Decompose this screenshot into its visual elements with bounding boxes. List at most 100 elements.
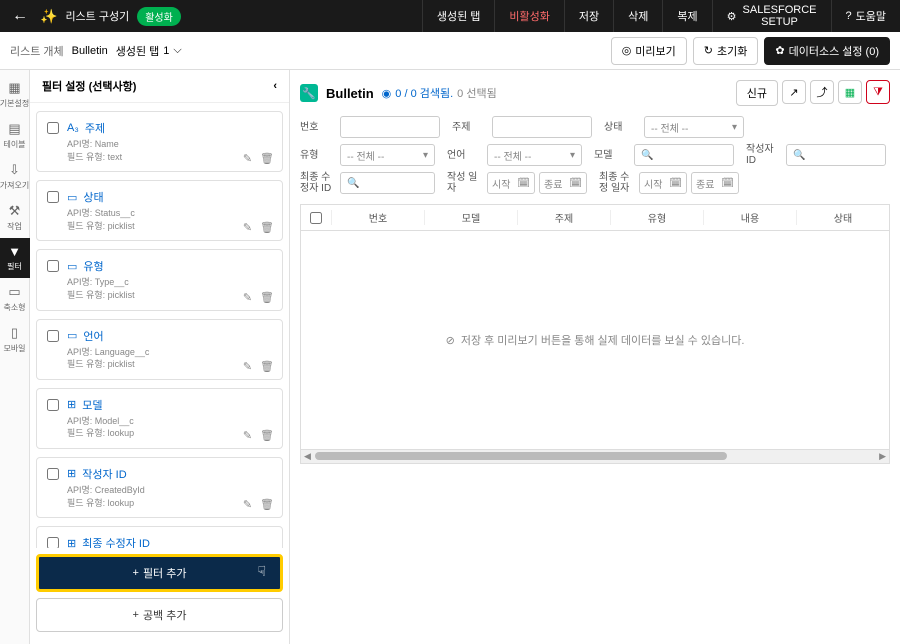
col-number[interactable]: 번호 <box>331 210 424 225</box>
top-tab-setup[interactable]: ⚙ SALESFORCESETUP <box>712 0 831 32</box>
chevron-left-icon[interactable]: ‹ <box>273 80 277 92</box>
created-end-date[interactable]: 종료🗓 <box>539 172 587 194</box>
delete-icon[interactable]: 🗑 <box>260 498 274 511</box>
chevron-down-icon: ▾ <box>570 150 575 161</box>
filter-clear-icon: ⧩ <box>873 86 883 99</box>
filter-checkbox[interactable] <box>47 191 59 203</box>
tab-selector[interactable]: 생성된 탭 1 ⌵ <box>116 43 182 59</box>
number-input[interactable] <box>340 116 440 138</box>
rail-table[interactable]: ▤테이블 <box>0 115 30 156</box>
scroll-thumb[interactable] <box>315 452 727 460</box>
empty-message: 저장 후 미리보기 버튼을 통해 실제 데이터를 보실 수 있습니다. <box>461 332 745 348</box>
filter-meta: API명: Model__c필드 유형: lookup <box>67 415 272 440</box>
col-type[interactable]: 유형 <box>610 210 703 225</box>
field-type-icon: ⊞ <box>67 537 76 548</box>
type-select[interactable]: -- 전체 --▾ <box>340 144 435 166</box>
delete-icon[interactable]: 🗑 <box>260 221 274 234</box>
modifier-lookup[interactable]: 🔍 <box>340 172 435 194</box>
filter-card[interactable]: ⊞최종 수정자 IDAPI명: LastModifiedById필드 유형: l… <box>36 526 283 548</box>
content-area: 🔧 Bulletin ◉ 0 / 0 검색됨. 0 선택됨 신규 ↗ ⤴ ▦ ⧩… <box>290 70 900 644</box>
datasource-button[interactable]: ✿데이터소스 설정 (0) <box>764 37 890 65</box>
rail-filter[interactable]: ▼필터 <box>0 238 30 278</box>
edit-icon[interactable]: ✎ <box>243 152 252 165</box>
filter-card[interactable]: ▭상태API명: Status__c필드 유형: picklist✎🗑 <box>36 180 283 241</box>
col-status[interactable]: 상태 <box>796 210 889 225</box>
gear-icon: ✿ <box>775 44 784 57</box>
grid-icon: ▦ <box>8 80 20 96</box>
edit-icon[interactable]: ✎ <box>243 429 252 442</box>
grid-body: ⊘ 저장 후 미리보기 버튼을 통해 실제 데이터를 보실 수 있습니다. <box>300 230 890 450</box>
filter-checkbox[interactable] <box>47 399 59 411</box>
top-tab-clone[interactable]: 복제 <box>662 0 711 32</box>
modified-start-date[interactable]: 시작🗓 <box>639 172 687 194</box>
field-type-icon: A₃ <box>67 122 79 134</box>
chevron-down-icon: ⌵ <box>173 44 181 57</box>
plus-icon: + <box>133 567 139 579</box>
filter-checkbox[interactable] <box>47 537 59 548</box>
chevron-down-icon: ▾ <box>732 122 737 133</box>
subject-input[interactable] <box>492 116 592 138</box>
col-model[interactable]: 모델 <box>424 210 517 225</box>
rail-action[interactable]: ⚒작업 <box>0 197 30 238</box>
scroll-left-arrow[interactable]: ◀ <box>301 450 314 463</box>
field-label-number: 번호 <box>300 122 334 133</box>
filter-card[interactable]: ▭언어API명: Language__c필드 유형: picklist✎🗑 <box>36 319 283 380</box>
select-all-checkbox[interactable] <box>310 212 322 224</box>
add-blank-button[interactable]: + 공백 추가 <box>36 598 283 632</box>
delete-icon[interactable]: 🗑 <box>260 360 274 373</box>
model-lookup[interactable]: 🔍 <box>634 144 734 166</box>
upload-button[interactable]: ⤴ <box>810 80 834 104</box>
excel-button[interactable]: ▦ <box>838 80 862 104</box>
export-icon: ↗ <box>789 86 798 99</box>
wrench-icon: 🔧 <box>300 84 318 102</box>
edit-icon[interactable]: ✎ <box>243 291 252 304</box>
filter-card[interactable]: A₃주제API명: Name필드 유형: text✎🗑 <box>36 111 283 172</box>
edit-icon[interactable]: ✎ <box>243 360 252 373</box>
top-tab-save[interactable]: 저장 <box>564 0 613 32</box>
rail-basic[interactable]: ▦기본설정 <box>0 74 30 115</box>
add-filter-button[interactable]: + 필터 추가 ☟ <box>36 554 283 592</box>
back-arrow-icon[interactable]: ← <box>8 7 32 25</box>
col-subject[interactable]: 주제 <box>517 210 610 225</box>
rail-import[interactable]: ⇩가져오기 <box>0 156 30 197</box>
status-select[interactable]: -- 전체 --▾ <box>644 116 744 138</box>
content-title: Bulletin <box>326 86 374 101</box>
delete-icon[interactable]: 🗑 <box>260 429 274 442</box>
field-label-created-date: 작성 일자 <box>447 172 481 194</box>
edit-icon[interactable]: ✎ <box>243 221 252 234</box>
import-icon: ⇩ <box>9 162 20 178</box>
reset-button[interactable]: ↻초기화 <box>693 37 759 65</box>
rail-mobile[interactable]: ▯모바일 <box>0 319 30 360</box>
filter-card[interactable]: ⊞모델API명: Model__c필드 유형: lookup✎🗑 <box>36 388 283 449</box>
filter-checkbox[interactable] <box>47 468 59 480</box>
filter-label: 언어 <box>83 328 103 344</box>
filter-label: 상태 <box>83 189 103 205</box>
language-select[interactable]: -- 전체 --▾ <box>487 144 582 166</box>
top-tab-delete[interactable]: 삭제 <box>613 0 662 32</box>
filter-card[interactable]: ▭유형API명: Type__c필드 유형: picklist✎🗑 <box>36 249 283 310</box>
col-content[interactable]: 내용 <box>703 210 796 225</box>
search-form: 번호 주제 상태-- 전체 --▾ 유형-- 전체 --▾ 언어-- 전체 --… <box>300 116 890 194</box>
clear-filter-button[interactable]: ⧩ <box>866 80 890 104</box>
edit-icon[interactable]: ✎ <box>243 498 252 511</box>
filter-card[interactable]: ⊞작성자 IDAPI명: CreatedById필드 유형: lookup✎🗑 <box>36 457 283 518</box>
export-button[interactable]: ↗ <box>782 80 806 104</box>
filter-checkbox[interactable] <box>47 330 59 342</box>
top-tab-deactivate[interactable]: 비활성화 <box>494 0 563 32</box>
top-tab-help[interactable]: ? 도움말 <box>831 0 900 32</box>
scroll-right-arrow[interactable]: ▶ <box>876 450 889 463</box>
delete-icon[interactable]: 🗑 <box>260 291 274 304</box>
filter-checkbox[interactable] <box>47 122 59 134</box>
created-start-date[interactable]: 시작🗓 <box>487 172 535 194</box>
rail-shrink[interactable]: ▭축소형 <box>0 278 30 319</box>
top-tab-generated[interactable]: 생성된 탭 <box>422 0 495 32</box>
preview-button[interactable]: ◎미리보기 <box>611 37 687 65</box>
delete-icon[interactable]: 🗑 <box>260 152 274 165</box>
grid-header: 번호 모델 주제 유형 내용 상태 <box>300 204 890 230</box>
creator-lookup[interactable]: 🔍 <box>786 144 886 166</box>
new-button[interactable]: 신규 <box>736 80 778 106</box>
modified-end-date[interactable]: 종료🗓 <box>691 172 739 194</box>
filter-checkbox[interactable] <box>47 260 59 272</box>
horizontal-scrollbar[interactable]: ◀ ▶ <box>300 450 890 464</box>
filter-label: 모델 <box>82 397 102 413</box>
